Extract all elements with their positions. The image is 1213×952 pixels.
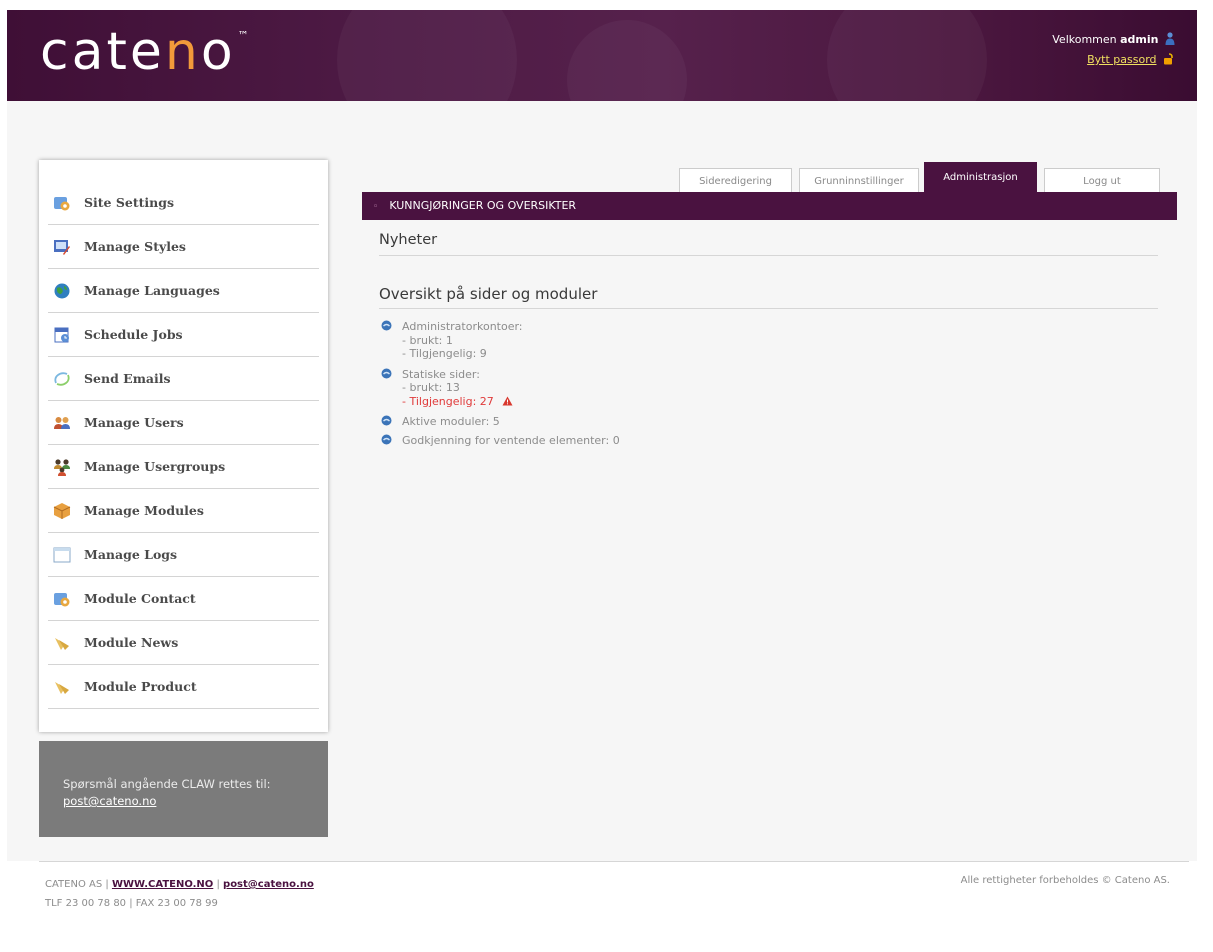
sidebar-item-label: Manage Modules bbox=[84, 503, 204, 518]
stat-available-warning: - Tilgjengelig: 27 bbox=[402, 395, 620, 409]
site-settings-icon bbox=[53, 194, 71, 212]
sidebar-item-label: Module Product bbox=[84, 679, 197, 694]
help-email-link[interactable]: post@cateno.no bbox=[63, 793, 271, 810]
user-icon bbox=[1165, 32, 1175, 45]
sidebar-item-site-settings[interactable]: Site Settings bbox=[48, 181, 319, 225]
sidebar-item-label: Manage Styles bbox=[84, 239, 186, 254]
sidebar-item-manage-languages[interactable]: Manage Languages bbox=[48, 269, 319, 313]
modules-icon bbox=[53, 502, 71, 520]
welcome-prefix: Velkommen bbox=[1052, 33, 1117, 46]
stat-static-pages: Statiske sider: - brukt: 13 - Tilgjengel… bbox=[381, 368, 620, 409]
section-title: KUNNGJØRINGER OG OVERSIKTER bbox=[389, 199, 577, 212]
sidebar-item-label: Manage Languages bbox=[84, 283, 220, 298]
sidebar-item-label: Send Emails bbox=[84, 371, 171, 386]
stat-active-modules: Aktive moduler: 5 bbox=[381, 415, 620, 429]
help-text: Spørsmål angående CLAW rettes til: bbox=[63, 777, 271, 791]
sidebar-item-manage-usergroups[interactable]: Manage Usergroups bbox=[48, 445, 319, 489]
stat-admin-accounts: Administratorkontoer: - brukt: 1 - Tilgj… bbox=[381, 320, 620, 361]
sidebar-item-label: Manage Users bbox=[84, 415, 184, 430]
tab-administrasjon[interactable]: Administrasjon bbox=[924, 162, 1037, 192]
tab-sideredigering[interactable]: Sideredigering bbox=[679, 168, 792, 193]
sidebar-item-manage-modules[interactable]: Manage Modules bbox=[48, 489, 319, 533]
sidebar-item-label: Module News bbox=[84, 635, 179, 650]
cateno-logo[interactable]: cateno ™ bbox=[40, 22, 249, 96]
info-bullet-icon bbox=[381, 415, 392, 426]
usergroups-icon bbox=[53, 458, 71, 476]
globe-icon bbox=[53, 282, 71, 300]
overview-stats: Administratorkontoer: - brukt: 1 - Tilgj… bbox=[381, 320, 620, 447]
tab-grunninnstillinger[interactable]: Grunninnstillinger bbox=[799, 168, 919, 193]
sidebar-item-send-emails[interactable]: Send Emails bbox=[48, 357, 319, 401]
user-panel: Velkommen admin Bytt passord bbox=[1052, 30, 1175, 70]
stat-available: - Tilgjengelig: 9 bbox=[402, 347, 487, 360]
sidebar-item-schedule-jobs[interactable]: Schedule Jobs bbox=[48, 313, 319, 357]
stat-used: - brukt: 13 bbox=[402, 381, 460, 394]
stat-title: Administratorkontoer: bbox=[402, 320, 523, 333]
trademark: ™ bbox=[237, 29, 249, 42]
logs-icon bbox=[53, 546, 71, 564]
username: admin bbox=[1120, 33, 1159, 46]
admin-sidebar: Site Settings Manage Styles Manage Langu… bbox=[39, 160, 328, 732]
styles-icon bbox=[53, 238, 71, 256]
lock-icon bbox=[1164, 53, 1173, 65]
bullet-icon: ◦ bbox=[373, 202, 379, 212]
logo-text-o: o bbox=[200, 22, 236, 82]
footer-divider bbox=[39, 861, 1189, 862]
stat-pending-approval: Godkjenning for ventende elementer: 0 bbox=[381, 434, 620, 448]
stat-title: Aktive moduler: 5 bbox=[402, 415, 500, 428]
product-icon bbox=[53, 678, 71, 696]
stat-used: - brukt: 1 bbox=[402, 333, 453, 347]
stat-available: - Tilgjengelig: 27 bbox=[402, 394, 494, 408]
info-bullet-icon bbox=[381, 320, 392, 331]
sidebar-item-module-news[interactable]: Module News bbox=[48, 621, 319, 665]
warning-icon bbox=[502, 396, 513, 405]
tab-logg-ut[interactable]: Logg ut bbox=[1044, 168, 1160, 193]
footer-phone: TLF 23 00 78 80 | FAX 23 00 78 99 bbox=[45, 898, 218, 909]
sidebar-item-label: Schedule Jobs bbox=[84, 327, 183, 342]
email-icon bbox=[53, 370, 71, 388]
contact-icon bbox=[53, 590, 71, 608]
help-info-box: Spørsmål angående CLAW rettes til: post@… bbox=[39, 741, 328, 837]
sidebar-item-module-contact[interactable]: Module Contact bbox=[48, 577, 319, 621]
section-header-bar: ◦ KUNNGJØRINGER OG OVERSIKTER bbox=[362, 192, 1177, 220]
footer-email-link[interactable]: post@cateno.no bbox=[223, 879, 314, 890]
footer-company: CATENO AS bbox=[45, 879, 103, 890]
logo-text-c: cate bbox=[40, 22, 165, 82]
change-password-link[interactable]: Bytt passord bbox=[1087, 53, 1156, 66]
sidebar-item-manage-users[interactable]: Manage Users bbox=[48, 401, 319, 445]
footer-contact: CATENO AS | WWW.CATENO.NO | post@cateno.… bbox=[45, 875, 314, 913]
news-heading: Nyheter bbox=[379, 232, 1158, 256]
stat-title: Godkjenning for ventende elementer: 0 bbox=[402, 433, 620, 447]
site-header: cateno ™ Velkommen admin Bytt passord bbox=[7, 10, 1197, 101]
sidebar-item-manage-logs[interactable]: Manage Logs bbox=[48, 533, 319, 577]
news-icon bbox=[53, 634, 71, 652]
sidebar-item-label: Manage Usergroups bbox=[84, 459, 226, 474]
footer-website-link[interactable]: WWW.CATENO.NO bbox=[112, 879, 213, 890]
sidebar-item-label: Manage Logs bbox=[84, 547, 178, 562]
users-icon bbox=[53, 414, 71, 432]
stat-title: Statiske sider: bbox=[402, 367, 480, 381]
sidebar-item-label: Module Contact bbox=[84, 591, 196, 606]
logo-text-n: n bbox=[164, 22, 201, 82]
sidebar-item-manage-styles[interactable]: Manage Styles bbox=[48, 225, 319, 269]
overview-heading: Oversikt på sider og moduler bbox=[379, 285, 1158, 309]
info-bullet-icon bbox=[381, 368, 392, 378]
schedule-icon bbox=[53, 326, 71, 344]
sidebar-item-module-product[interactable]: Module Product bbox=[48, 665, 319, 709]
info-bullet-icon bbox=[381, 434, 392, 444]
sidebar-item-label: Site Settings bbox=[84, 195, 174, 210]
footer-rights: Alle rettigheter forbeholdes © Cateno AS… bbox=[960, 875, 1170, 886]
